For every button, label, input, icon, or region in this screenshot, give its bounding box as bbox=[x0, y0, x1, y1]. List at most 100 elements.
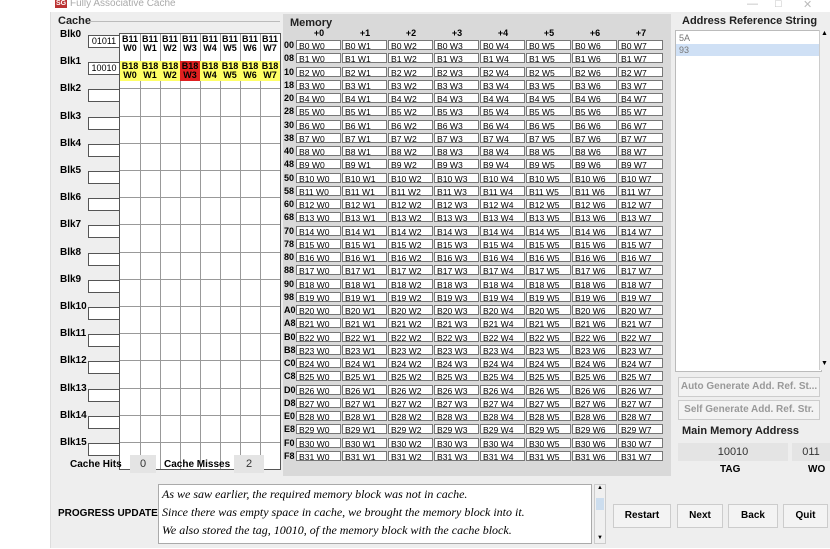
memory-cell: B30 W5 bbox=[526, 437, 571, 448]
memory-cell: B17 W3 bbox=[434, 265, 479, 276]
next-button[interactable]: Next bbox=[677, 504, 723, 528]
memory-cell: B0 W3 bbox=[434, 40, 479, 50]
scroll-up-icon[interactable]: ▲ bbox=[597, 485, 603, 491]
cache-word-cell: B18 W3 bbox=[180, 61, 200, 81]
memory-cell: B4 W7 bbox=[618, 93, 663, 103]
memory-cell: B11 W0 bbox=[296, 185, 341, 196]
address-ref-item[interactable]: 93 bbox=[676, 44, 821, 56]
memory-cell: B16 W3 bbox=[434, 252, 479, 262]
memory-cell: B27 W1 bbox=[342, 397, 387, 408]
memory-cell: B7 W7 bbox=[618, 132, 663, 143]
memory-cell: B18 W4 bbox=[480, 278, 525, 289]
memory-cell: B11 W4 bbox=[480, 185, 525, 196]
memory-cell: B8 W7 bbox=[618, 146, 663, 156]
memory-address-label: A8 bbox=[284, 318, 296, 329]
memory-cell: B19 W4 bbox=[480, 291, 525, 302]
memory-cell: B15 W5 bbox=[526, 238, 571, 249]
cache-grid-hline bbox=[120, 88, 280, 89]
cache-word-cell: B18 W1 bbox=[140, 61, 160, 81]
memory-cell: B3 W4 bbox=[480, 79, 525, 90]
memory-cell: B13 W3 bbox=[434, 212, 479, 223]
memory-cell: B19 W1 bbox=[342, 291, 387, 302]
memory-cell: B17 W4 bbox=[480, 265, 525, 276]
cache-tag-field bbox=[88, 361, 120, 375]
memory-address-label: 18 bbox=[284, 79, 295, 90]
memory-cell: B12 W7 bbox=[618, 199, 663, 209]
memory-cell: B30 W7 bbox=[618, 437, 663, 448]
progress-scrollbar[interactable]: ▲ ▼ bbox=[594, 484, 606, 544]
minimize-icon[interactable]: — bbox=[747, 0, 758, 10]
cache-word-cell: B18 W7 bbox=[260, 61, 280, 81]
memory-cell: B0 W2 bbox=[388, 40, 433, 50]
quit-button[interactable]: Quit bbox=[783, 504, 828, 528]
memory-cell: B0 W4 bbox=[480, 40, 525, 50]
memory-cell: B3 W3 bbox=[434, 79, 479, 90]
progress-update-label: PROGRESS UPDATE bbox=[58, 508, 158, 519]
cache-word-cell: B18 W2 bbox=[160, 61, 180, 81]
memory-cell: B29 W4 bbox=[480, 424, 525, 435]
memory-cell: B8 W1 bbox=[342, 146, 387, 156]
memory-cell: B19 W3 bbox=[434, 291, 479, 302]
memory-cell: B26 W2 bbox=[388, 384, 433, 395]
cache-word-cell: B11 W4 bbox=[200, 34, 220, 54]
address-ref-list[interactable]: 5A 93 bbox=[675, 30, 822, 372]
memory-cell: B14 W3 bbox=[434, 225, 479, 236]
memory-address-label: F8 bbox=[284, 450, 295, 461]
memory-cell: B27 W5 bbox=[526, 397, 571, 408]
cache-cell-word: W5 bbox=[223, 70, 237, 80]
memory-address-label: 40 bbox=[284, 146, 295, 156]
memory-cell: B28 W5 bbox=[526, 411, 571, 421]
memory-cell: B20 W4 bbox=[480, 305, 525, 315]
memory-cell: B24 W2 bbox=[388, 358, 433, 368]
back-button[interactable]: Back bbox=[728, 504, 778, 528]
memory-cell: B11 W3 bbox=[434, 185, 479, 196]
memory-offset-header: +4 bbox=[497, 28, 509, 38]
memory-cell: B21 W3 bbox=[434, 318, 479, 329]
memory-cell: B31 W1 bbox=[342, 450, 387, 461]
cache-cell-word: W1 bbox=[143, 70, 157, 80]
memory-cell: B7 W6 bbox=[572, 132, 617, 143]
memory-cell: B2 W3 bbox=[434, 66, 479, 77]
cache-tag-field bbox=[88, 279, 120, 293]
address-ref-scrollbar[interactable]: ▲ ▼ bbox=[819, 30, 830, 370]
memory-cell: B1 W5 bbox=[526, 53, 571, 64]
memory-cell: B11 W1 bbox=[342, 185, 387, 196]
cache-tag-field bbox=[88, 388, 120, 402]
memory-cell: B17 W0 bbox=[296, 265, 341, 276]
restart-button[interactable]: Restart bbox=[613, 504, 671, 528]
memory-cell: B30 W4 bbox=[480, 437, 525, 448]
address-ref-item[interactable]: 5A bbox=[676, 32, 821, 44]
memory-offset-header: +0 bbox=[313, 28, 325, 38]
scroll-down-icon[interactable]: ▼ bbox=[821, 360, 828, 367]
scroll-up-icon[interactable]: ▲ bbox=[821, 30, 828, 37]
self-generate-button[interactable]: Self Generate Add. Ref. Str. bbox=[678, 400, 820, 420]
memory-cell: B16 W2 bbox=[388, 252, 433, 262]
memory-cell: B18 W6 bbox=[572, 278, 617, 289]
memory-cell: B16 W6 bbox=[572, 252, 617, 262]
cache-grid: B11 W0 B11 W1 B11 W2 B11 W3 B11 W4 B11 W5 B11 W6 B11 W7… bbox=[119, 33, 281, 470]
memory-cell: B20 W6 bbox=[572, 305, 617, 315]
cache-grid-hline bbox=[120, 360, 280, 361]
memory-cell: B22 W4 bbox=[480, 331, 525, 342]
memory-cell: B4 W6 bbox=[572, 93, 617, 103]
memory-cell: B15 W4 bbox=[480, 238, 525, 249]
memory-cell: B18 W5 bbox=[526, 278, 571, 289]
auto-generate-button[interactable]: Auto Generate Add. Ref. St... bbox=[678, 377, 820, 397]
memory-cell: B29 W6 bbox=[572, 424, 617, 435]
scroll-thumb[interactable] bbox=[596, 498, 604, 510]
memory-cell: B0 W0 bbox=[296, 40, 341, 50]
memory-cell: B2 W5 bbox=[526, 66, 571, 77]
maximize-icon[interactable]: □ bbox=[775, 0, 782, 10]
scroll-down-icon[interactable]: ▼ bbox=[597, 535, 603, 541]
memory-cell: B24 W6 bbox=[572, 358, 617, 368]
cache-block-label: Blk3 bbox=[60, 110, 82, 122]
memory-cell: B7 W0 bbox=[296, 132, 341, 143]
memory-cell: B13 W7 bbox=[618, 212, 663, 223]
cache-tag-field bbox=[88, 225, 120, 239]
memory-cell: B14 W1 bbox=[342, 225, 387, 236]
cache-word-cell: B18 W4 bbox=[200, 61, 220, 81]
close-icon[interactable]: ✕ bbox=[803, 0, 812, 11]
memory-cell: B13 W6 bbox=[572, 212, 617, 223]
memory-address-label: 38 bbox=[284, 132, 295, 143]
memory-address-label: E8 bbox=[284, 424, 296, 435]
